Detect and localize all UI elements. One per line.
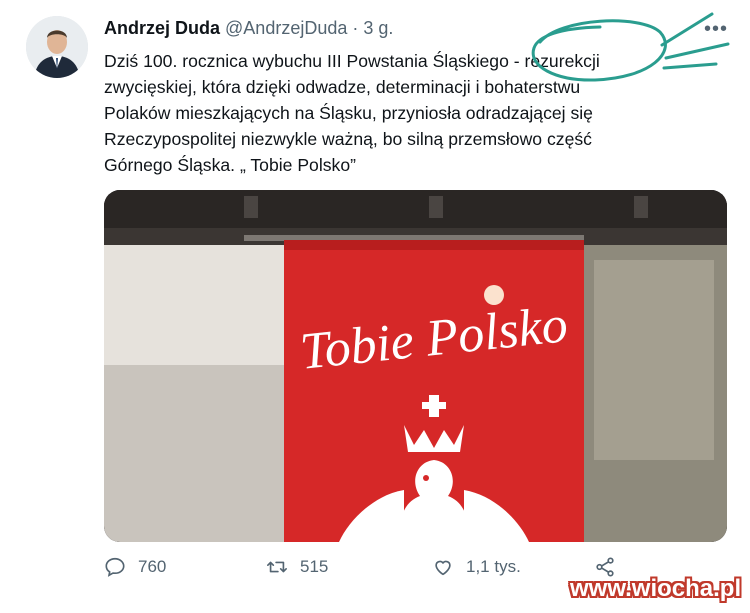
tweet-text: Dziś 100. rocznica wybuchu III Powstania… [104,51,600,175]
author-name[interactable]: Andrzej Duda [104,18,220,38]
reply-count: 760 [138,557,167,576]
reply-icon [105,557,125,577]
retweet-count: 515 [300,557,329,576]
tweet[interactable]: Andrzej Duda @AndrzejDuda · 3 g. ••• Dzi… [0,0,750,613]
retweet-icon [267,561,287,573]
like-count: 1,1 tys. [466,557,521,576]
timestamp[interactable]: 3 g. [363,18,393,38]
tweet-image[interactable]: Tobie Polsko [104,190,727,542]
like-button[interactable]: 1,1 tys. [432,556,521,578]
heart-icon [435,560,451,576]
retweet-button[interactable]: 515 [266,556,328,578]
author-handle[interactable]: @AndrzejDuda [225,18,347,38]
tweet-header: Andrzej Duda @AndrzejDuda · 3 g. [104,18,393,39]
avatar[interactable] [26,16,88,78]
more-dots-icon[interactable]: ••• [704,18,728,41]
separator: · [352,18,359,38]
watermark: www.wiocha.pl [570,575,742,602]
reply-button[interactable]: 760 [104,556,166,578]
